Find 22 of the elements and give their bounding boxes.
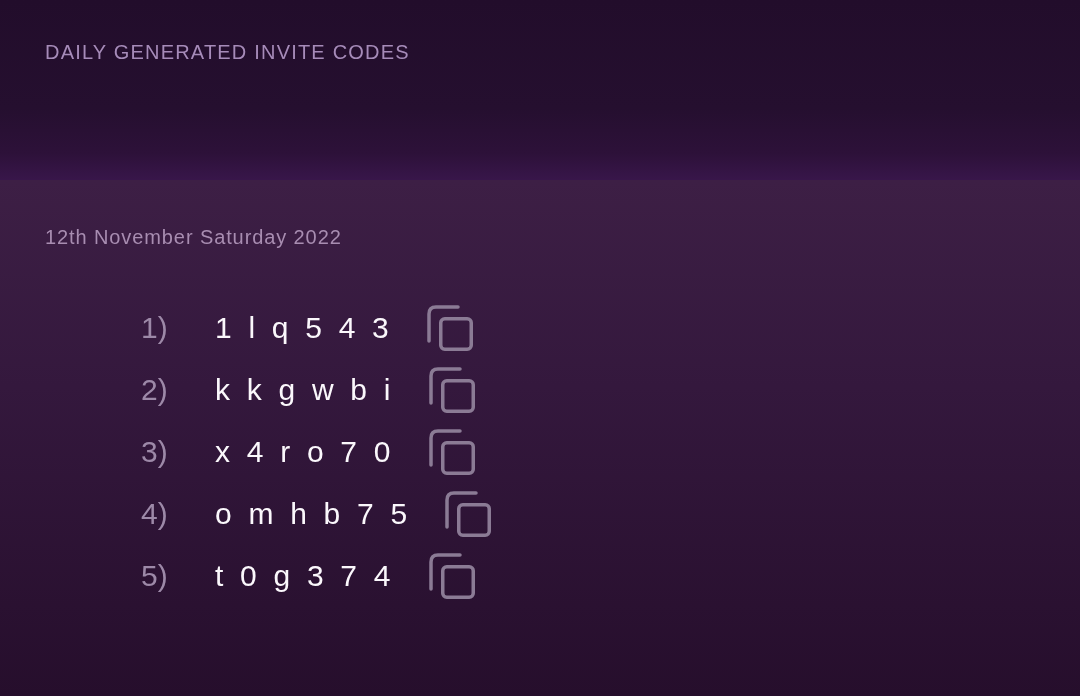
copy-icon [428,553,475,599]
invite-code: 1 l q 5 4 3 [215,310,393,346]
invite-code: x 4 r o 7 0 [215,434,395,470]
page-title: DAILY GENERATED INVITE CODES [45,40,411,64]
copy-button[interactable] [428,367,475,413]
copy-button[interactable] [445,491,492,537]
code-number: 1) [141,310,169,346]
copy-icon [428,367,475,413]
copy-icon [428,429,475,475]
code-number: 2) [141,372,169,408]
code-number: 5) [141,558,169,594]
copy-button[interactable] [428,429,475,475]
invite-code: t 0 g 3 7 4 [215,558,395,594]
invite-code: o m h b 7 5 [215,496,412,532]
code-number: 4) [141,496,169,532]
copy-icon [445,491,492,537]
copy-button[interactable] [426,305,473,351]
invite-code: k k g w b i [215,372,395,408]
code-number: 3) [141,434,169,470]
copy-icon [426,305,473,351]
copy-button[interactable] [428,553,475,599]
date-label: 12th November Saturday 2022 [45,225,343,249]
